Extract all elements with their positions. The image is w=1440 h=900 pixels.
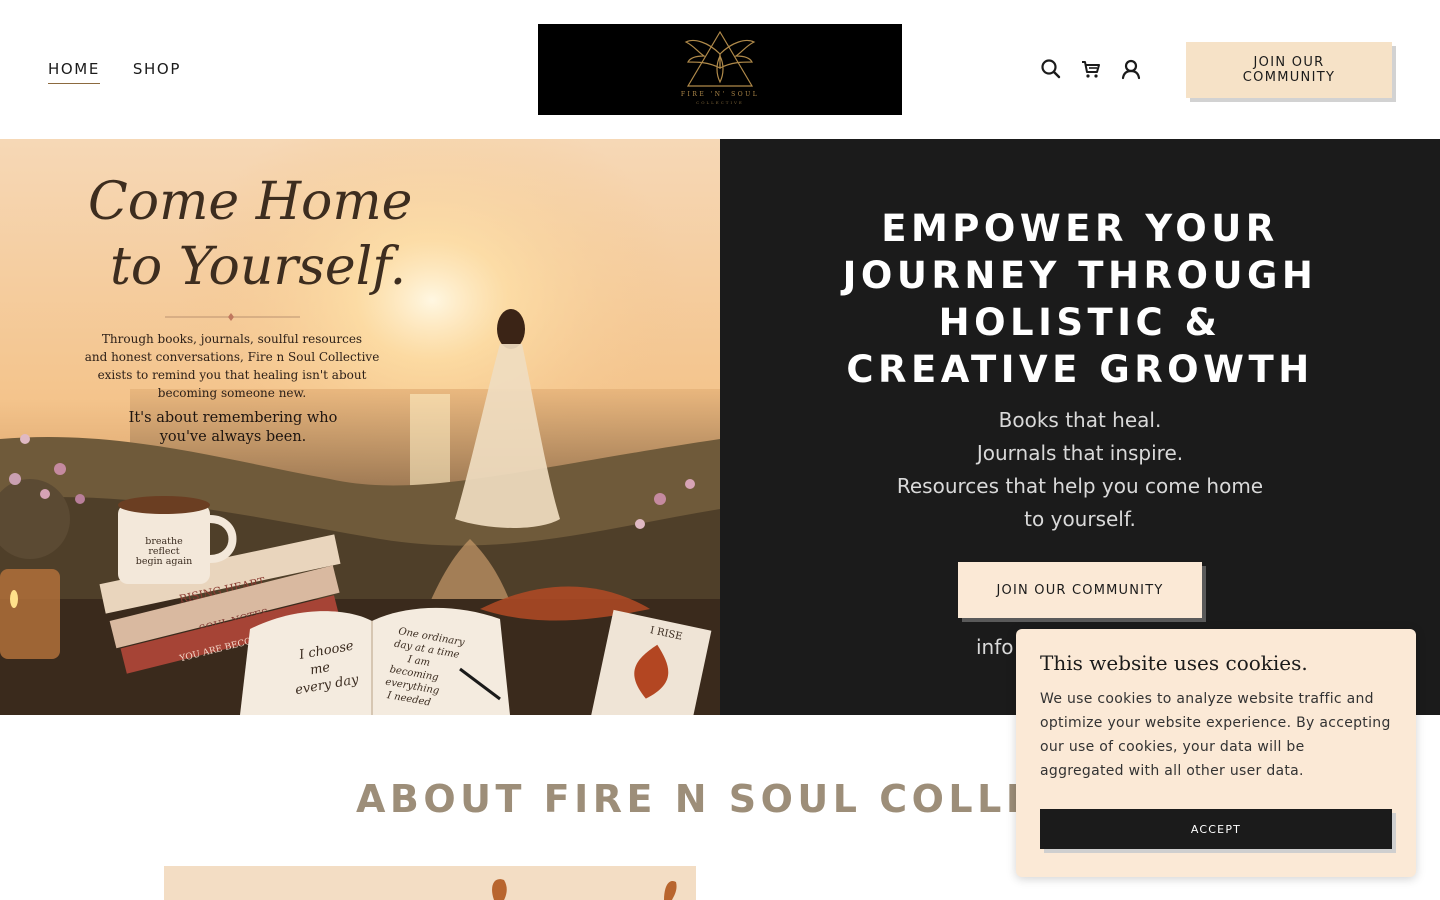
nav-shop-link[interactable]: SHOP [133, 60, 181, 84]
hero-image-script-line-2: to Yourself. [110, 237, 406, 297]
search-icon[interactable] [1040, 58, 1062, 80]
hero-image-intro-4: becoming someone new. [158, 386, 306, 400]
site-logo[interactable]: FIRE 'N' SOUL COLLECTIVE [538, 24, 902, 115]
main-nav: HOME SHOP [48, 60, 181, 84]
about-image [164, 866, 696, 900]
hero-subtitle-line-3: Resources that help you come home [896, 474, 1264, 498]
cookie-title: This website uses cookies. [1040, 651, 1308, 675]
hero-email-link[interactable]: info [976, 635, 1014, 659]
header-icons [1040, 58, 1142, 80]
about-title: ABOUT FIRE N SOUL COLLECT [356, 777, 1100, 821]
hero-subtitle-line-4: to yourself. [1024, 507, 1136, 531]
hero-image-intro-2: and honest conversations, Fire n Soul Co… [85, 350, 380, 364]
hero-image-emphasis-2: you've always been. [159, 429, 307, 445]
nav-home-link[interactable]: HOME [48, 60, 100, 84]
mug-line-3: begin again [136, 556, 193, 567]
join-community-button[interactable]: JOIN OUR COMMUNITY [1186, 42, 1392, 98]
hero-title: EMPOWER YOUR JOURNEY THROUGH HOLISTIC & … [800, 205, 1360, 393]
hero-image-emphasis-1: It's about remembering who [129, 410, 338, 426]
hero-title-line-1: EMPOWER YOUR [881, 207, 1279, 250]
cookie-text: We use cookies to analyze website traffi… [1040, 691, 1391, 779]
site-header: HOME SHOP FIRE 'N' SOUL COLLECTIVE JOIN … [0, 0, 1440, 139]
account-icon[interactable] [1120, 58, 1142, 80]
hero-title-line-4: CREATIVE GROWTH [846, 348, 1314, 391]
hero-subtitle: Books that heal. Journals that inspire. … [860, 404, 1300, 536]
hero-title-line-3: HOLISTIC & [938, 301, 1222, 344]
cookie-accept-button[interactable]: ACCEPT [1040, 809, 1392, 849]
hero-image-script-line-1: Come Home [88, 172, 412, 232]
cart-icon[interactable] [1080, 58, 1102, 80]
hero-image-intro-1: Through books, journals, soulful resourc… [102, 332, 362, 346]
hero-title-line-2: JOURNEY THROUGH [842, 254, 1318, 297]
hero-join-community-button[interactable]: JOIN OUR COMMUNITY [958, 562, 1202, 618]
logo-text: FIRE 'N' SOUL [681, 91, 759, 98]
hero-image-intro-3: exists to remind you that healing isn't … [98, 368, 367, 382]
hero-image: RISING HEART SOUL NOTES YOU ARE BECOMING… [0, 139, 720, 715]
cookie-banner: This website uses cookies. We use cookie… [1016, 629, 1416, 877]
hero-subtitle-line-2: Journals that inspire. [976, 441, 1184, 465]
logo-subtext: COLLECTIVE [696, 100, 744, 105]
hero-subtitle-line-1: Books that heal. [998, 408, 1162, 432]
